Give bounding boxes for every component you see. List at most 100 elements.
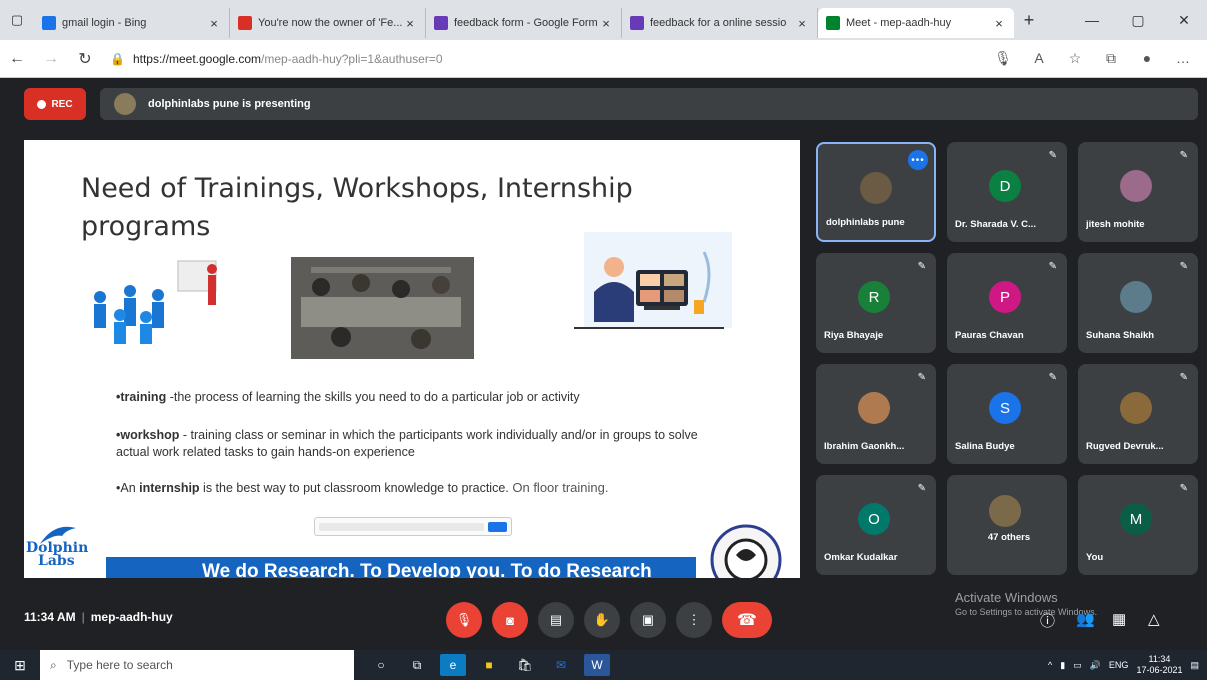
volume-icon[interactable]: 🔊 xyxy=(1090,660,1101,671)
bullet-bold: •training xyxy=(116,390,167,404)
self-tile[interactable]: ✎ M You xyxy=(1078,475,1198,575)
bullet-workshop: •workshop - training class or seminar in… xyxy=(116,427,716,461)
address-bar-row: ← → ↻ 🔒 https://meet.google.com/mep-aadh… xyxy=(0,40,1207,78)
tab-close-icon[interactable]: × xyxy=(403,16,417,31)
participant-name: dolphinlabs pune xyxy=(826,217,905,228)
language-indicator[interactable]: ENG xyxy=(1109,660,1129,670)
word-icon[interactable]: W xyxy=(584,654,610,676)
mail-icon[interactable]: ✉ xyxy=(548,654,574,676)
participant-tile[interactable]: ✎ Ibrahim Gaonkh... xyxy=(816,364,936,464)
participant-tile[interactable]: ✎ D Dr. Sharada V. C... xyxy=(947,142,1067,242)
avatar: M xyxy=(1120,503,1152,535)
taskbar-search[interactable]: ⌕ Type here to search xyxy=(40,650,354,680)
show-hidden-icon[interactable]: ^ xyxy=(1048,660,1052,670)
chat-icon[interactable]: ▦ xyxy=(1112,610,1126,628)
record-dot-icon xyxy=(37,99,47,109)
edge-icon[interactable]: e xyxy=(440,654,466,676)
training-illustration xyxy=(94,260,217,344)
avatar xyxy=(860,172,892,204)
refresh-icon[interactable]: ↻ xyxy=(68,49,102,69)
store-icon[interactable]: 🛍 xyxy=(512,654,538,676)
tab-close-icon[interactable]: × xyxy=(207,16,221,31)
meeting-code: mep-aadh-huy xyxy=(90,610,173,624)
minimize-icon[interactable]: — xyxy=(1069,0,1115,40)
tab-close-icon[interactable]: × xyxy=(795,16,809,31)
participant-tile[interactable]: ✎ O Omkar Kudalkar xyxy=(816,475,936,575)
more-menu-icon[interactable]: … xyxy=(1167,50,1199,67)
favorite-star-icon[interactable]: ☆ xyxy=(1059,50,1091,67)
raise-hand-button[interactable]: ✋ xyxy=(584,602,620,638)
avatar xyxy=(1120,170,1152,202)
avatar xyxy=(1120,392,1152,424)
more-options-icon[interactable]: ••• xyxy=(908,150,928,170)
window-controls: — ▢ ✕ xyxy=(1069,0,1207,40)
presenting-bar: dolphinlabs pune is presenting xyxy=(100,88,1198,120)
mic-off-button[interactable]: 🎙 xyxy=(446,602,482,638)
leave-call-button[interactable]: ☎ xyxy=(722,602,772,638)
tray-app-icon[interactable]: ▮ xyxy=(1060,660,1065,671)
tab-feedback-form[interactable]: feedback form - Google Form × xyxy=(426,8,622,38)
forward-icon[interactable]: → xyxy=(34,50,68,68)
captions-button[interactable]: ▤ xyxy=(538,602,574,638)
present-button[interactable]: ▣ xyxy=(630,602,666,638)
participant-tile[interactable]: ••• dolphinlabs pune xyxy=(816,142,936,242)
search-icon: ⌕ xyxy=(50,657,57,672)
close-window-icon[interactable]: ✕ xyxy=(1161,0,1207,40)
participant-name: Rugved Devruk... xyxy=(1086,441,1164,452)
system-tray: ^ ▮ ▭ 🔊 ENG 11:34 17-06-2021 ▤ xyxy=(1048,650,1199,680)
presenting-text: dolphinlabs pune is presenting xyxy=(148,98,311,110)
profile-icon[interactable]: ● xyxy=(1131,50,1163,67)
tab-close-icon[interactable]: × xyxy=(599,16,613,31)
taskbar-clock[interactable]: 11:34 17-06-2021 xyxy=(1136,654,1182,676)
tab-owner[interactable]: You're now the owner of 'Fe... × xyxy=(230,8,426,38)
avatar xyxy=(858,392,890,424)
maximize-icon[interactable]: ▢ xyxy=(1115,0,1161,40)
recording-badge[interactable]: REC xyxy=(24,88,86,120)
bing-favicon-icon xyxy=(42,16,56,30)
mic-off-icon: ✎ xyxy=(1179,372,1188,383)
tab-label: gmail login - Bing xyxy=(62,17,147,29)
task-view-icon[interactable]: ⧉ xyxy=(404,654,430,676)
others-tile[interactable]: 47 others xyxy=(947,475,1067,575)
more-options-button[interactable]: ⋮ xyxy=(676,602,712,638)
seal-logo-icon xyxy=(710,524,782,578)
url-field[interactable]: 🔒 https://meet.google.com/mep-aadh-huy?p… xyxy=(110,45,987,73)
presentation-slide: Need of Trainings, Workshops, Internship… xyxy=(24,140,800,578)
avatar: O xyxy=(858,503,890,535)
mic-off-icon: ✎ xyxy=(1179,483,1188,494)
mic-permission-icon[interactable]: 🎙 xyxy=(987,50,1019,67)
participant-tile[interactable]: ✎ P Pauras Chavan xyxy=(947,253,1067,353)
participant-tile[interactable]: ✎ Rugved Devruk... xyxy=(1078,364,1198,464)
tab-gmail-login[interactable]: gmail login - Bing × xyxy=(34,8,230,38)
participant-name: jitesh mohite xyxy=(1086,219,1145,230)
tab-actions-icon[interactable]: ▢ xyxy=(0,0,34,40)
file-explorer-icon[interactable]: ■ xyxy=(476,654,502,676)
participant-tile[interactable]: ✎ S Salina Budye xyxy=(947,364,1067,464)
participant-name: Salina Budye xyxy=(955,441,1015,452)
participant-name: Pauras Chavan xyxy=(955,330,1024,341)
people-icon[interactable]: 👥 xyxy=(1076,610,1095,628)
collections-icon[interactable]: ⧉ xyxy=(1095,50,1127,67)
tab-feedback-online[interactable]: feedback for a online sessio × xyxy=(622,8,818,38)
participant-name: Dr. Sharada V. C... xyxy=(955,219,1036,230)
workshop-photo xyxy=(291,257,474,359)
tab-label: You're now the owner of 'Fe... xyxy=(258,17,403,29)
participant-name: Riya Bhayaje xyxy=(824,330,884,341)
notifications-icon[interactable]: ▤ xyxy=(1190,660,1199,671)
read-aloud-icon[interactable]: A xyxy=(1023,50,1055,67)
back-icon[interactable]: ← xyxy=(0,50,34,68)
new-tab-button[interactable]: + xyxy=(1014,10,1044,31)
search-placeholder: Type here to search xyxy=(66,658,173,672)
participant-tile[interactable]: ✎ Suhana Shaikh xyxy=(1078,253,1198,353)
avatar: S xyxy=(989,392,1021,424)
activities-icon[interactable]: △ xyxy=(1148,610,1160,628)
camera-off-button[interactable]: ◙ xyxy=(492,602,528,638)
participant-tile[interactable]: ✎ jitesh mohite xyxy=(1078,142,1198,242)
tab-close-icon[interactable]: × xyxy=(992,16,1006,31)
tab-meet[interactable]: Meet - mep-aadh-huy × xyxy=(818,8,1014,38)
participant-tile[interactable]: ✎ R Riya Bhayaje xyxy=(816,253,936,353)
network-icon[interactable]: ▭ xyxy=(1073,660,1082,671)
info-icon[interactable]: ⓘ xyxy=(1040,610,1055,631)
windows-start-icon[interactable]: ⊞ xyxy=(0,657,40,674)
cortana-icon[interactable]: ○ xyxy=(368,654,394,676)
